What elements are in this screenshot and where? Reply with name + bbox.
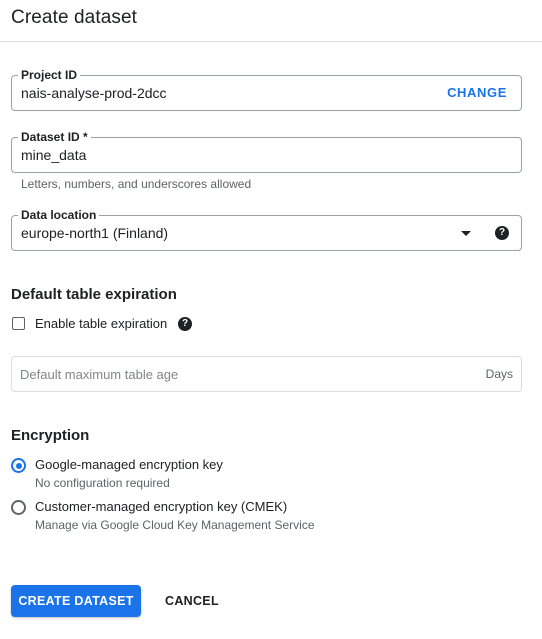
- change-project-button[interactable]: CHANGE: [447, 85, 507, 101]
- cancel-button[interactable]: CANCEL: [155, 585, 229, 617]
- dropdown-arrow-icon[interactable]: [461, 231, 471, 236]
- dataset-id-label: Dataset ID *: [18, 130, 91, 144]
- enable-expiration-label[interactable]: Enable table expiration: [35, 316, 167, 331]
- google-managed-key-description: No configuration required: [35, 476, 170, 490]
- dialog-header: Create dataset: [0, 0, 542, 42]
- dataset-id-hint: Letters, numbers, and underscores allowe…: [21, 177, 252, 191]
- create-dataset-button[interactable]: CREATE DATASET: [11, 585, 141, 617]
- project-id-field: Project ID nais-analyse-prod-2dcc CHANGE: [11, 68, 522, 111]
- dataset-id-field[interactable]: Dataset ID * mine_data: [11, 130, 522, 173]
- max-table-age-input[interactable]: [20, 365, 460, 383]
- google-managed-key-radio[interactable]: [11, 458, 26, 473]
- dataset-id-value[interactable]: mine_data: [21, 147, 86, 163]
- encryption-section-title: Encryption: [11, 427, 90, 444]
- customer-managed-key-description: Manage via Google Cloud Key Management S…: [35, 518, 315, 532]
- customer-managed-key-radio[interactable]: [11, 500, 26, 515]
- expiration-section-title: Default table expiration: [11, 286, 177, 303]
- help-icon[interactable]: ?: [495, 226, 509, 240]
- google-managed-key-label[interactable]: Google-managed encryption key: [35, 457, 223, 472]
- days-unit-label: Days: [485, 367, 513, 381]
- data-location-label: Data location: [18, 208, 100, 222]
- customer-managed-key-label[interactable]: Customer-managed encryption key (CMEK): [35, 499, 287, 514]
- max-table-age-field[interactable]: Days: [11, 356, 522, 392]
- data-location-value[interactable]: europe-north1 (Finland): [21, 225, 168, 241]
- help-icon[interactable]: ?: [178, 317, 192, 331]
- enable-expiration-checkbox[interactable]: [12, 317, 25, 330]
- dialog-title: Create dataset: [11, 7, 138, 28]
- data-location-select[interactable]: Data location europe-north1 (Finland) ?: [11, 208, 522, 251]
- project-id-label: Project ID: [18, 68, 81, 82]
- project-id-value: nais-analyse-prod-2dcc: [21, 85, 167, 101]
